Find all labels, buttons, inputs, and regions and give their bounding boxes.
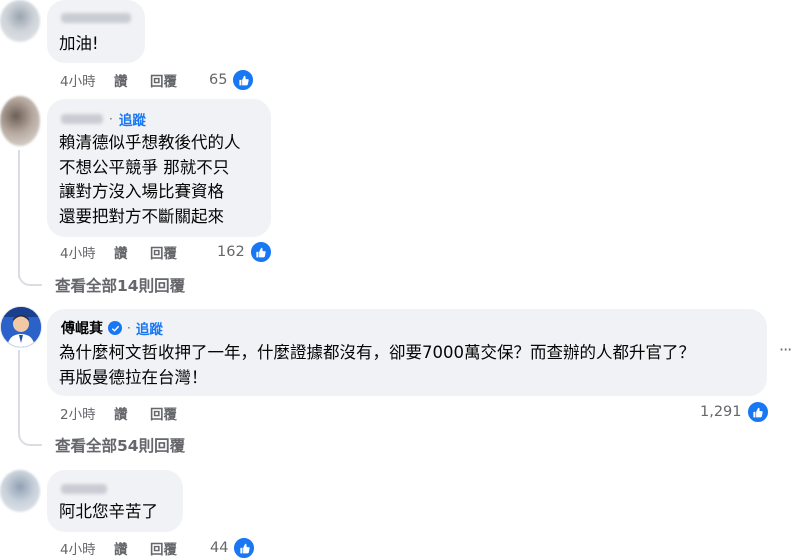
comment-actions: 4小時 讚 回覆 [60, 70, 177, 90]
more-options-icon[interactable]: ··· [779, 340, 792, 359]
follow-button[interactable]: 追蹤 [119, 109, 146, 129]
comment-text: 加油! [59, 34, 99, 53]
comment-bubble: 加油! [47, 0, 145, 63]
like-action[interactable]: 讚 [114, 538, 150, 558]
thread-connector [18, 420, 42, 446]
like-action[interactable]: 讚 [114, 242, 150, 262]
avatar[interactable] [0, 470, 40, 512]
thread-connector [18, 260, 42, 286]
comment-author-name[interactable] [61, 13, 131, 23]
comment-time[interactable]: 4小時 [60, 242, 114, 262]
avatar[interactable] [0, 0, 40, 42]
comment-author-name[interactable] [61, 114, 103, 124]
view-all-replies-link[interactable]: 查看全部54則回覆 [55, 434, 185, 456]
comment-actions: 2小時 讚 回覆 [60, 403, 177, 423]
thumbs-up-icon [231, 68, 256, 92]
reply-action[interactable]: 回覆 [150, 242, 177, 262]
thread-line [18, 350, 20, 430]
comment-text: 賴清德似乎想教後代的人 不想公平競爭 那就不只 讓對方沒入場比賽資格 還要把對方… [59, 133, 241, 226]
thumbs-up-icon [745, 400, 770, 424]
comment-bubble: 傅崐萁 · 追蹤 為什麼柯文哲收押了一年，什麼證據都沒有，卻要7000萬交保？而… [47, 309, 767, 396]
like-count: 65 [209, 72, 228, 88]
comment-author-name[interactable]: 傅崐萁 [61, 318, 103, 338]
reaction-count[interactable]: 162 [217, 240, 273, 264]
comment-actions: 4小時 讚 回覆 [60, 242, 177, 262]
comment-bubble: 阿北您辛苦了 [47, 470, 183, 532]
like-action[interactable]: 讚 [114, 403, 150, 423]
avatar[interactable] [0, 306, 42, 348]
like-action[interactable]: 讚 [114, 70, 150, 90]
reaction-count[interactable]: 65 [209, 68, 256, 92]
comment-time[interactable]: 4小時 [60, 70, 114, 90]
avatar[interactable] [0, 96, 40, 146]
reply-action[interactable]: 回覆 [150, 403, 177, 423]
comment-author-name[interactable] [61, 484, 107, 494]
like-count: 162 [217, 244, 245, 260]
comment-text: 為什麼柯文哲收押了一年，什麼證據都沒有，卻要7000萬交保？而查辦的人都升官了？… [59, 343, 695, 387]
comment-bubble: · 追蹤 賴清德似乎想教後代的人 不想公平競爭 那就不只 讓對方沒入場比賽資格 … [47, 99, 271, 237]
verified-badge-icon [108, 321, 122, 335]
comment-time[interactable]: 2小時 [60, 403, 114, 423]
thumbs-up-icon [232, 536, 257, 560]
comment-text: 阿北您辛苦了 [59, 502, 158, 521]
like-count: 1,291 [700, 404, 742, 420]
like-count: 44 [210, 540, 229, 556]
thread-line [18, 150, 20, 278]
reaction-count[interactable]: 44 [210, 536, 257, 560]
reaction-count[interactable]: 1,291 [700, 400, 770, 424]
comment-actions: 4小時 讚 回覆 [60, 538, 177, 558]
comment-time[interactable]: 4小時 [60, 538, 114, 558]
view-all-replies-link[interactable]: 查看全部14則回覆 [55, 274, 185, 296]
reply-action[interactable]: 回覆 [150, 70, 177, 90]
thumbs-up-icon [248, 240, 273, 264]
follow-button[interactable]: 追蹤 [136, 318, 163, 338]
reply-action[interactable]: 回覆 [150, 538, 177, 558]
